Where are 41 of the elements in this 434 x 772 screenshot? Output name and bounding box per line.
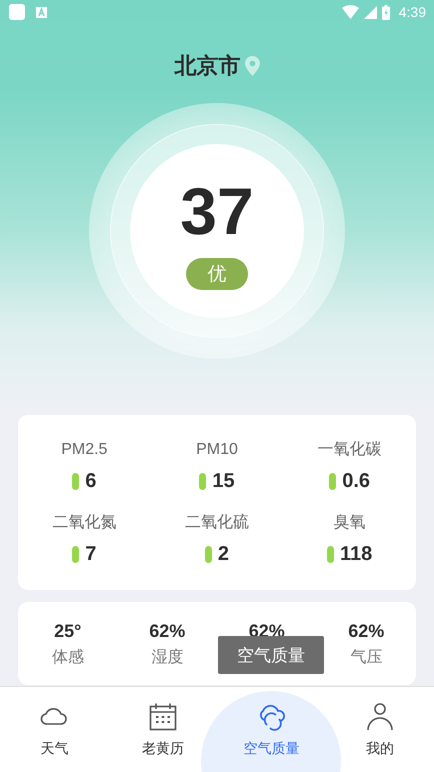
pollutant-name: PM10: [196, 440, 238, 460]
stat-label: 气压: [350, 646, 382, 666]
wifi-icon: [342, 5, 359, 19]
stat-value: 25°: [54, 620, 82, 642]
pollutant-name: 臭氧: [334, 512, 366, 532]
status-time: 4:39: [398, 4, 426, 20]
person-icon: [364, 702, 395, 732]
level-indicator: [199, 472, 206, 490]
level-indicator: [204, 546, 212, 562]
aqi-value: 37: [180, 178, 254, 244]
pollutant-value: 118: [340, 542, 372, 566]
pollutant-name: 二氧化氮: [52, 512, 116, 532]
location-pin-icon: [244, 56, 260, 76]
pollutant-name: 二氧化硫: [184, 512, 249, 532]
calendar-icon: [148, 702, 178, 732]
pollutant-value: 7: [85, 542, 96, 566]
notification-icon: [8, 3, 26, 21]
nav-tab[interactable]: 老黄历: [108, 687, 217, 772]
level-indicator: [327, 546, 334, 562]
toast-message: 空气质量: [218, 636, 324, 674]
pollutant-value: 6: [85, 470, 96, 492]
stat-label: 体感: [52, 646, 84, 666]
level-indicator: [72, 472, 80, 490]
keyboard-icon: [36, 6, 47, 18]
aqi-grade-badge: 优: [186, 258, 248, 290]
city-title: 北京市: [174, 52, 240, 81]
level-indicator: [72, 546, 80, 562]
pollutant-name: 一氧化碳: [318, 440, 382, 460]
signal-icon: [364, 6, 377, 18]
nav-tab[interactable]: 天气: [0, 687, 108, 772]
level-indicator: [329, 472, 336, 490]
battery-icon: [382, 4, 390, 20]
stat-value: 62%: [348, 620, 384, 642]
nav-tab[interactable]: 我的: [326, 687, 434, 772]
stat-label: 湿度: [151, 646, 184, 666]
pollutant-name: PM2.5: [61, 440, 108, 460]
pollutant-value: 15: [212, 470, 235, 492]
nav-tab[interactable]: 空气质量: [217, 687, 326, 772]
pollutant-value: 2: [218, 542, 230, 566]
stat-value: 62%: [149, 620, 186, 642]
pollutant-value: 0.6: [342, 470, 370, 492]
